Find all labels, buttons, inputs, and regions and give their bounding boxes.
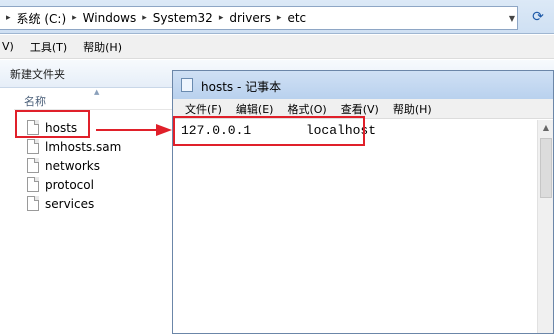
notepad-window: hosts - 记事本 文件(F) 编辑(E) 格式(O) 查看(V) 帮助(H… <box>172 70 554 334</box>
column-header-label: 名称 <box>24 95 46 108</box>
menu-edit[interactable]: 编辑(E) <box>236 101 274 117</box>
sort-up-icon: ▲ <box>94 88 100 96</box>
vertical-scrollbar[interactable]: ▲ <box>537 120 553 333</box>
breadcrumb-drive[interactable]: 系统 (C:) <box>17 10 67 27</box>
menu-view[interactable]: V) <box>0 40 16 53</box>
menu-help[interactable]: 帮助(H) <box>81 39 124 55</box>
address-bar[interactable]: ▸ 系统 (C:) ▸ Windows ▸ System32 ▸ drivers… <box>0 6 518 30</box>
file-name: services <box>45 196 95 211</box>
file-icon <box>27 158 39 173</box>
scrollbar-thumb[interactable] <box>540 138 552 198</box>
menu-view[interactable]: 查看(V) <box>341 101 379 117</box>
menu-format[interactable]: 格式(O) <box>287 101 326 117</box>
notepad-icon <box>181 78 193 92</box>
list-item[interactable]: protocol <box>27 175 94 194</box>
breadcrumb-etc[interactable]: etc <box>287 11 306 25</box>
scroll-up-icon[interactable]: ▲ <box>540 122 552 134</box>
file-icon <box>27 196 39 211</box>
chevron-right-icon: ▸ <box>72 13 77 23</box>
explorer-menubar: V) 工具(T) 帮助(H) <box>0 35 554 59</box>
file-icon <box>27 177 39 192</box>
breadcrumb-drivers[interactable]: drivers <box>229 11 271 25</box>
menu-file[interactable]: 文件(F) <box>185 101 222 117</box>
file-name: networks <box>45 158 100 173</box>
file-icon <box>27 139 39 154</box>
chevron-right-icon: ▸ <box>218 13 224 23</box>
breadcrumb-windows[interactable]: Windows <box>83 11 137 25</box>
menu-help[interactable]: 帮助(H) <box>393 101 432 117</box>
new-folder-button[interactable]: 新建文件夹 <box>10 66 65 82</box>
refresh-icon[interactable]: ⟳ <box>530 9 546 25</box>
notepad-title: hosts - 记事本 <box>201 80 282 94</box>
menu-tools[interactable]: 工具(T) <box>28 39 69 55</box>
file-name: lmhosts.sam <box>45 139 122 154</box>
arrow-icon <box>96 124 172 136</box>
list-item[interactable]: networks <box>27 156 100 175</box>
chevron-right-icon: ▸ <box>142 13 147 23</box>
chevron-down-icon[interactable]: ▼ <box>509 14 515 23</box>
list-item[interactable]: lmhosts.sam <box>27 137 121 156</box>
notepad-text-area[interactable]: 127.0.0.1 localhost <box>173 120 553 333</box>
list-item[interactable]: services <box>27 194 94 213</box>
file-name: protocol <box>45 177 94 192</box>
content-highlight-box <box>173 116 365 146</box>
breadcrumb: ▸ 系统 (C:) ▸ Windows ▸ System32 ▸ drivers… <box>0 10 306 27</box>
column-header-name[interactable]: ▲ 名称 <box>14 88 175 110</box>
breadcrumb-system32[interactable]: System32 <box>153 11 213 25</box>
address-bar-area: ▸ 系统 (C:) ▸ Windows ▸ System32 ▸ drivers… <box>0 0 554 34</box>
chevron-right-icon: ▸ <box>276 13 282 23</box>
chevron-right-icon: ▸ <box>6 13 11 23</box>
notepad-titlebar[interactable]: hosts - 记事本 <box>173 71 553 99</box>
hosts-highlight-box <box>15 110 90 138</box>
